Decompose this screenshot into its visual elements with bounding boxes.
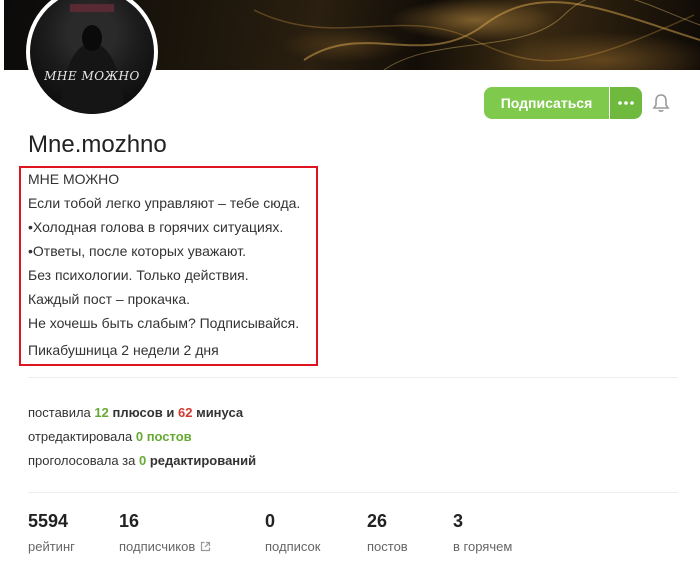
- username: Mne.mozhno: [28, 131, 167, 158]
- subscriptions-label: подписок: [265, 539, 321, 554]
- bio-line: Без психологии. Только действия.: [28, 267, 249, 283]
- subscribers-link[interactable]: подписчиков: [119, 539, 211, 554]
- posts-value: 26: [367, 511, 388, 531]
- avatar[interactable]: МНЕ МОЖНО: [26, 0, 158, 118]
- more-options-button[interactable]: [610, 87, 642, 119]
- subscribe-button[interactable]: Подписаться: [484, 87, 609, 119]
- divider: [28, 492, 678, 493]
- rating-label: рейтинг: [28, 539, 75, 554]
- subscriptions-value: 0: [265, 511, 276, 531]
- edit-votes-summary: проголосовала за 0 редактирований: [28, 453, 257, 468]
- edits-summary: отредактировала 0 постов: [28, 429, 192, 444]
- edited-posts-link[interactable]: 0 постов: [136, 429, 192, 444]
- avatar-caption: МНЕ МОЖНО: [44, 69, 140, 83]
- bio-line: •Холодная голова в горячих ситуациях.: [28, 219, 284, 235]
- membership-duration: Пикабушница 2 недели 2 дня: [28, 342, 219, 358]
- profile-card: МНЕ МОЖНО Подписаться Mne.mozhno МНЕ МОЖ…: [0, 0, 700, 561]
- bell-icon[interactable]: [652, 93, 670, 113]
- bio-line: МНЕ МОЖНО: [28, 171, 120, 187]
- bio-line: •Ответы, после которых уважают.: [28, 243, 246, 259]
- bio-line: Не хочешь быть слабым? Подписывайся.: [28, 315, 300, 331]
- rating-value: 5594: [28, 511, 69, 531]
- bio-line: Каждый пост – прокачка.: [28, 291, 191, 307]
- votes-summary: поставила 12 плюсов и 62 минуса: [28, 405, 244, 420]
- hot-value: 3: [453, 511, 464, 531]
- divider: [28, 377, 678, 378]
- subscribers-value: 16: [119, 511, 140, 531]
- posts-label: постов: [367, 539, 408, 554]
- bio-line: Если тобой легко управляют – тебе сюда.: [28, 195, 301, 211]
- ellipsis-icon: [618, 101, 634, 105]
- hot-label: в горячем: [453, 539, 513, 554]
- external-link-icon: [201, 541, 211, 552]
